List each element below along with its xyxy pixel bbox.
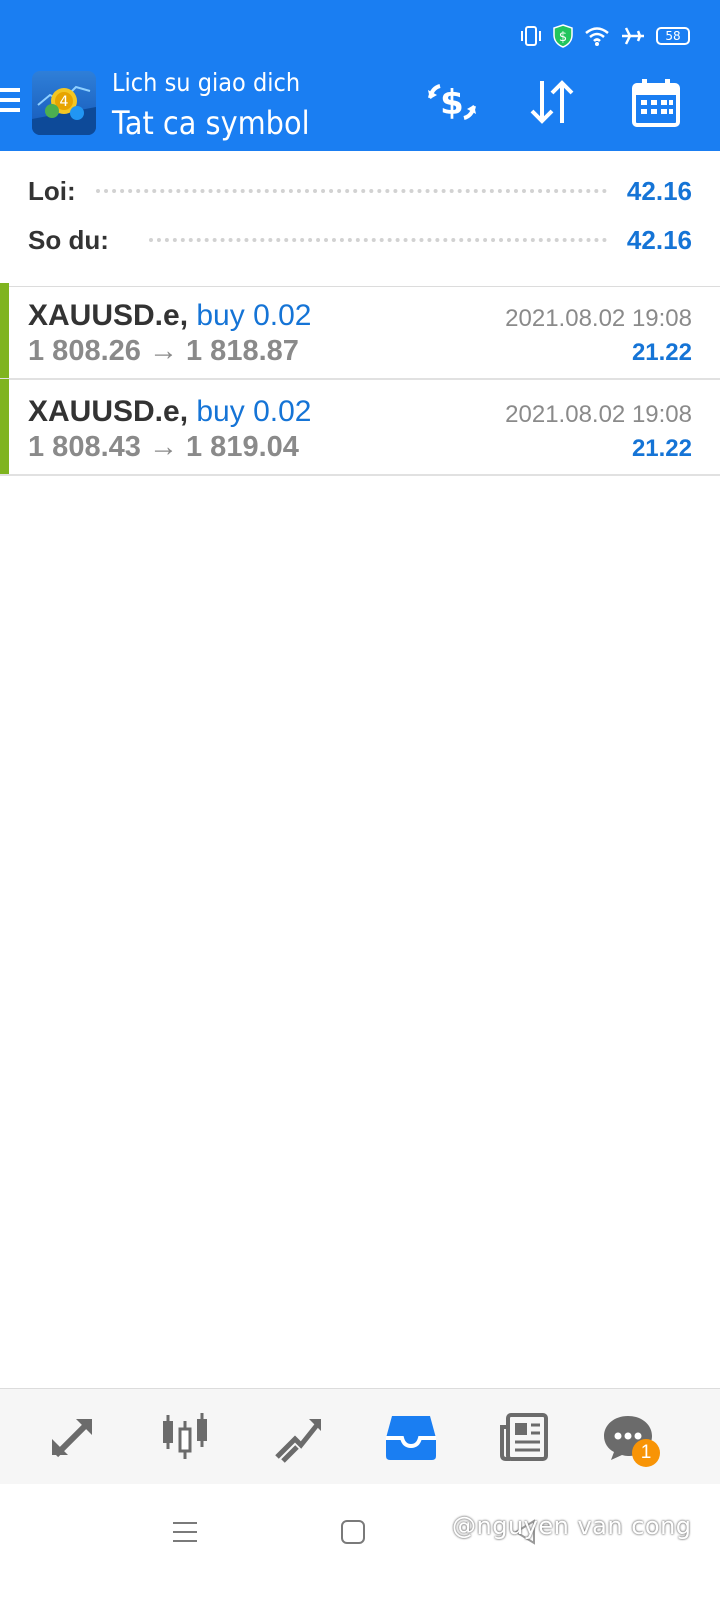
deal-symbol: XAUUSD.e bbox=[28, 395, 180, 428]
app-logo: 4 bbox=[32, 71, 96, 135]
buy-indicator bbox=[0, 283, 9, 378]
deal-time: 2021.08.02 19:08 bbox=[505, 401, 692, 428]
menu-button[interactable] bbox=[0, 88, 22, 118]
trade-icon[interactable] bbox=[268, 1407, 328, 1467]
svg-text:$: $ bbox=[559, 30, 567, 45]
vibrate-icon bbox=[521, 26, 541, 46]
news-icon[interactable] bbox=[494, 1407, 554, 1467]
profit-value: 42.16 bbox=[626, 175, 692, 206]
app-bar: $ 58 4 Lich su giao dich Tat ca symbol $ bbox=[0, 0, 720, 151]
profit-row: Loi: 42.16 bbox=[28, 171, 692, 211]
header-subtitle: Lich su giao dich bbox=[112, 68, 301, 97]
buy-indicator bbox=[0, 379, 9, 474]
deal-side: buy 0.02 bbox=[196, 299, 312, 332]
svg-text:$: $ bbox=[440, 83, 464, 123]
deal-symbol-line: XAUUSD.e, buy 0.02 bbox=[28, 395, 312, 428]
bottom-nav: 1 bbox=[0, 1388, 720, 1484]
quotes-icon[interactable] bbox=[42, 1407, 102, 1467]
shield-dollar-icon: $ bbox=[553, 24, 573, 48]
home-icon[interactable] bbox=[333, 1512, 373, 1552]
deal-row[interactable]: XAUUSD.e, buy 0.02 1 808.26 → 1 818.87 2… bbox=[0, 283, 720, 380]
deal-profit: 21.22 bbox=[631, 339, 692, 366]
history-icon[interactable] bbox=[381, 1407, 441, 1467]
status-bar: $ 58 bbox=[520, 22, 690, 50]
deal-side: buy 0.02 bbox=[196, 395, 312, 428]
chat-badge: 1 bbox=[632, 1439, 660, 1467]
calendar-icon[interactable] bbox=[626, 74, 686, 130]
deal-profit: 21.22 bbox=[631, 435, 692, 462]
profit-label: Loi: bbox=[28, 175, 76, 206]
deal-symbol: XAUUSD.e bbox=[28, 299, 180, 332]
sort-icon[interactable] bbox=[522, 74, 582, 130]
header-title[interactable]: Tat ca symbol bbox=[112, 104, 310, 142]
watermark-text: @nguyen van cong bbox=[452, 1512, 692, 1540]
currency-exchange-icon[interactable]: $ bbox=[422, 74, 482, 130]
wifi-icon bbox=[585, 27, 609, 46]
dotted-leader bbox=[95, 189, 607, 193]
svg-text:4: 4 bbox=[60, 94, 69, 110]
balance-value: 42.16 bbox=[626, 224, 692, 255]
summary-panel: Loi: 42.16 So du: 42.16 bbox=[0, 151, 720, 287]
balance-row: So du: 42.16 bbox=[28, 220, 692, 260]
battery-level: 58 bbox=[665, 29, 681, 43]
deal-time: 2021.08.02 19:08 bbox=[505, 305, 692, 332]
chart-candles-icon[interactable] bbox=[155, 1407, 215, 1467]
balance-label: So du: bbox=[28, 224, 109, 255]
deal-row[interactable]: XAUUSD.e, buy 0.02 1 808.43 → 1 819.04 2… bbox=[0, 379, 720, 476]
deal-prices: 1 808.43 → 1 819.04 bbox=[28, 431, 299, 463]
deal-symbol-line: XAUUSD.e, buy 0.02 bbox=[28, 299, 312, 332]
system-nav-bar: @nguyen van cong bbox=[0, 1484, 720, 1600]
dotted-leader bbox=[148, 238, 607, 242]
chat-icon[interactable]: 1 bbox=[598, 1407, 660, 1467]
battery-icon: 58 bbox=[656, 27, 690, 45]
deal-prices: 1 808.26 → 1 818.87 bbox=[28, 335, 299, 367]
recent-apps-icon[interactable] bbox=[165, 1512, 205, 1552]
airplane-icon bbox=[622, 27, 644, 45]
